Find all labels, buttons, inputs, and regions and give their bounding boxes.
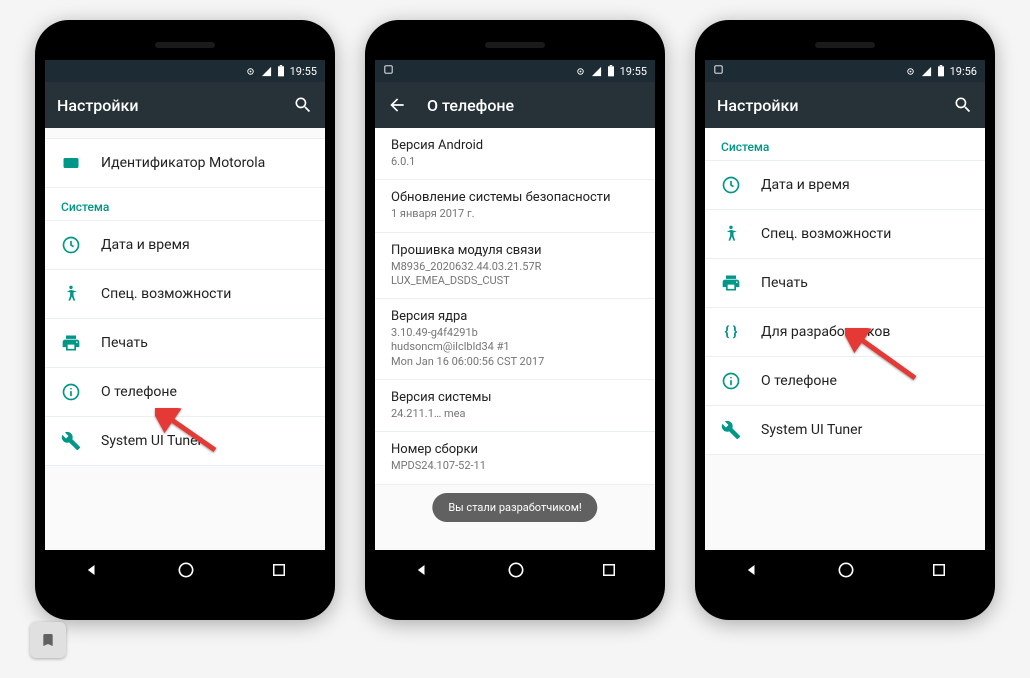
info-icon bbox=[721, 371, 741, 391]
row-accessibility[interactable]: Спец. возможности bbox=[705, 210, 985, 259]
row-tuner[interactable]: System UI Tuner bbox=[705, 406, 985, 455]
clock-icon bbox=[61, 235, 81, 255]
row-tuner[interactable]: System UI Tuner bbox=[45, 417, 325, 466]
row-title: Версия системы bbox=[391, 390, 639, 405]
back-button[interactable] bbox=[742, 560, 762, 580]
row-datetime[interactable]: Дата и время bbox=[705, 161, 985, 210]
home-button[interactable] bbox=[836, 560, 856, 580]
row-subtitle: 3.10.49-g4f4291b hudsoncm@ilclbld34 #1 M… bbox=[391, 326, 639, 369]
home-button[interactable] bbox=[176, 560, 196, 580]
camera-icon bbox=[575, 66, 586, 77]
status-time: 19:56 bbox=[950, 65, 977, 78]
row-label: Спец. возможности bbox=[761, 226, 969, 242]
info-icon bbox=[61, 382, 81, 402]
about-row[interactable]: Номер сборки MPDS24.107-52-11 bbox=[375, 432, 655, 484]
action-bar: О телефоне bbox=[375, 82, 655, 128]
print-icon bbox=[721, 273, 741, 293]
page-title: Настройки bbox=[57, 96, 273, 115]
row-subtitle: 6.0.1 bbox=[391, 155, 639, 169]
row-print[interactable]: Печать bbox=[705, 259, 985, 308]
page-title: О телефоне bbox=[427, 96, 643, 115]
row-about[interactable]: О телефоне bbox=[705, 357, 985, 406]
notification-icon bbox=[713, 64, 724, 78]
row-title: Версия Android bbox=[391, 138, 639, 153]
battery-icon bbox=[607, 65, 615, 77]
wrench-icon bbox=[61, 431, 81, 451]
about-row[interactable]: Версия ядра 3.10.49-g4f4291b hudsoncm@ilc… bbox=[375, 299, 655, 380]
braces-icon: { } bbox=[721, 322, 741, 342]
row-label: О телефоне bbox=[101, 384, 309, 400]
notification-icon bbox=[383, 64, 394, 78]
about-row[interactable]: Прошивка модуля связи M8936_2020632.44.03… bbox=[375, 233, 655, 300]
row-motorola-id[interactable]: Идентификатор Motorola bbox=[45, 139, 325, 188]
back-arrow-icon[interactable] bbox=[387, 95, 407, 115]
status-bar: 19:55 bbox=[375, 60, 655, 82]
row-about[interactable]: О телефоне bbox=[45, 368, 325, 417]
row-label: Спец. возможности bbox=[101, 286, 309, 302]
signal-icon bbox=[921, 66, 932, 77]
row-title: Обновление системы безопасности bbox=[391, 190, 639, 205]
phone-frame-2: 19:55 О телефоне Версия Android 6.0.1 Обно… bbox=[365, 20, 665, 620]
about-row[interactable]: Версия системы 24.211.1… mea bbox=[375, 380, 655, 432]
row-label: Дата и время bbox=[761, 177, 969, 193]
print-icon bbox=[61, 333, 81, 353]
recent-button[interactable] bbox=[270, 561, 288, 579]
signal-icon bbox=[261, 66, 272, 77]
wrench-icon bbox=[721, 420, 741, 440]
signal-icon bbox=[591, 66, 602, 77]
row-title: Прошивка модуля связи bbox=[391, 243, 639, 258]
status-time: 19:55 bbox=[290, 65, 317, 78]
bookmark-button[interactable] bbox=[30, 622, 66, 658]
row-print[interactable]: Печать bbox=[45, 319, 325, 368]
section-system: Система bbox=[45, 188, 325, 221]
row-label: Идентификатор Motorola bbox=[101, 155, 309, 171]
camera-icon bbox=[905, 66, 916, 77]
recent-button[interactable] bbox=[600, 561, 618, 579]
about-row[interactable]: Обновление системы безопасности 1 января … bbox=[375, 180, 655, 232]
action-bar: Настройки bbox=[705, 82, 985, 128]
row-developer[interactable]: { } Для разработчиков bbox=[705, 308, 985, 357]
row-label: Печать bbox=[101, 335, 309, 351]
battery-icon bbox=[277, 65, 285, 77]
action-bar: Настройки bbox=[45, 82, 325, 128]
id-icon bbox=[61, 153, 81, 173]
phone-frame-3: 19:56 Настройки Система Дата и время Спе… bbox=[695, 20, 995, 620]
clock-icon bbox=[721, 175, 741, 195]
row-label: Дата и время bbox=[101, 237, 309, 253]
nav-bar bbox=[705, 550, 985, 590]
row-label: Для разработчиков bbox=[761, 324, 969, 340]
row-accessibility[interactable]: Спец. возможности bbox=[45, 270, 325, 319]
row-title: Номер сборки bbox=[391, 442, 639, 457]
row-label: Печать bbox=[761, 275, 969, 291]
recent-button[interactable] bbox=[930, 561, 948, 579]
status-time: 19:55 bbox=[620, 65, 647, 78]
row-subtitle: MPDS24.107-52-11 bbox=[391, 459, 639, 473]
accessibility-icon bbox=[61, 284, 81, 304]
about-row[interactable]: Версия Android 6.0.1 bbox=[375, 128, 655, 180]
page-title: Настройки bbox=[717, 96, 933, 115]
back-button[interactable] bbox=[412, 560, 432, 580]
camera-icon bbox=[245, 66, 256, 77]
section-system: Система bbox=[705, 128, 985, 161]
row-subtitle: 1 января 2017 г. bbox=[391, 207, 639, 221]
toast-message: Вы стали разработчиком! bbox=[432, 493, 597, 522]
status-bar: 19:55 bbox=[45, 60, 325, 82]
row-label: System UI Tuner bbox=[101, 433, 309, 449]
row-title: Версия ядра bbox=[391, 309, 639, 324]
row-label: О телефоне bbox=[761, 373, 969, 389]
row-subtitle: 24.211.1… mea bbox=[391, 407, 639, 421]
home-button[interactable] bbox=[506, 560, 526, 580]
search-icon[interactable] bbox=[293, 95, 313, 115]
nav-bar bbox=[375, 550, 655, 590]
row-subtitle: M8936_2020632.44.03.21.57R LUX_EMEA_DSDS… bbox=[391, 260, 639, 289]
search-icon[interactable] bbox=[953, 95, 973, 115]
back-button[interactable] bbox=[82, 560, 102, 580]
phone-frame-1: 19:55 Настройки Идентификатор Motorola С… bbox=[35, 20, 335, 620]
row-label: System UI Tuner bbox=[761, 422, 969, 438]
battery-icon bbox=[937, 65, 945, 77]
nav-bar bbox=[45, 550, 325, 590]
accessibility-icon bbox=[721, 224, 741, 244]
status-bar: 19:56 bbox=[705, 60, 985, 82]
row-datetime[interactable]: Дата и время bbox=[45, 221, 325, 270]
